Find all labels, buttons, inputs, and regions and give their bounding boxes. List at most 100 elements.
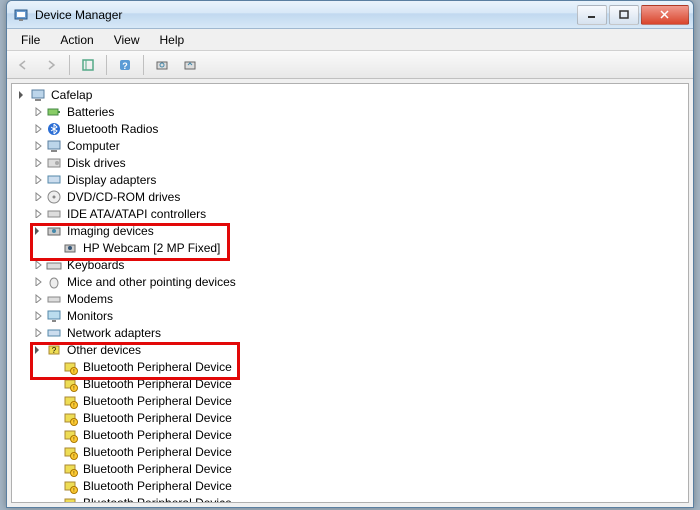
svg-text:!: ! (73, 403, 74, 409)
tree-node-bluetooth-radios[interactable]: Bluetooth Radios (14, 120, 686, 137)
svg-text:!: ! (73, 386, 74, 392)
expander-icon[interactable] (30, 325, 46, 341)
unknown-device-icon: ! (62, 359, 78, 375)
node-label: Bluetooth Peripheral Device (81, 496, 234, 504)
tree-node-bluetooth-peripheral[interactable]: !Bluetooth Peripheral Device (14, 460, 686, 477)
tree-node-monitors[interactable]: Monitors (14, 307, 686, 324)
node-label: DVD/CD-ROM drives (65, 190, 182, 204)
menubar: File Action View Help (7, 29, 693, 51)
tree-node-other-devices[interactable]: ? Other devices (14, 341, 686, 358)
expander-icon[interactable] (30, 308, 46, 324)
unknown-device-icon: ! (62, 495, 78, 504)
expander-icon[interactable] (30, 104, 46, 120)
expander-icon[interactable] (30, 342, 46, 358)
titlebar[interactable]: Device Manager (7, 1, 693, 29)
scan-hardware-button[interactable] (150, 54, 174, 76)
close-button[interactable] (641, 5, 689, 25)
tree-node-bluetooth-peripheral[interactable]: ! Bluetooth Peripheral Device (14, 392, 686, 409)
toolbar-separator (143, 55, 144, 75)
node-label: Modems (65, 292, 115, 306)
node-label: Bluetooth Peripheral Device (81, 428, 234, 442)
tree-node-bluetooth-peripheral[interactable]: !Bluetooth Peripheral Device (14, 443, 686, 460)
node-label: Imaging devices (65, 224, 156, 238)
window-controls (577, 5, 689, 25)
back-button[interactable] (11, 54, 35, 76)
help-button[interactable]: ? (113, 54, 137, 76)
svg-text:!: ! (73, 471, 74, 477)
expander-icon[interactable] (30, 274, 46, 290)
node-label: Cafelap (49, 88, 94, 102)
bluetooth-icon (46, 121, 62, 137)
expander-icon[interactable] (30, 138, 46, 154)
unknown-device-icon: ! (62, 461, 78, 477)
monitor-icon (46, 308, 62, 324)
expander-icon[interactable] (30, 206, 46, 222)
unknown-device-icon: ! (62, 393, 78, 409)
node-label: HP Webcam [2 MP Fixed] (81, 241, 222, 255)
tree-node-bluetooth-peripheral[interactable]: ! Bluetooth Peripheral Device (14, 375, 686, 392)
unknown-device-icon: ! (62, 478, 78, 494)
window-title: Device Manager (35, 8, 577, 22)
node-label: Mice and other pointing devices (65, 275, 238, 289)
imaging-icon (46, 223, 62, 239)
mouse-icon (46, 274, 62, 290)
tree-node-bluetooth-peripheral[interactable]: !Bluetooth Peripheral Device (14, 477, 686, 494)
modem-icon (46, 291, 62, 307)
scan-changes-button[interactable] (178, 54, 202, 76)
tree-node-hp-webcam[interactable]: HP Webcam [2 MP Fixed] (14, 239, 686, 256)
unknown-device-icon: ! (62, 444, 78, 460)
menu-help[interactable]: Help (150, 31, 195, 49)
expander-icon[interactable] (30, 121, 46, 137)
tree-node-bluetooth-peripheral[interactable]: !Bluetooth Peripheral Device (14, 494, 686, 503)
tree-node-batteries[interactable]: Batteries (14, 103, 686, 120)
tree-node-bluetooth-peripheral[interactable]: !Bluetooth Peripheral Device (14, 409, 686, 426)
svg-text:!: ! (73, 454, 74, 460)
keyboard-icon (46, 257, 62, 273)
tree-node-keyboards[interactable]: Keyboards (14, 256, 686, 273)
expander-icon[interactable] (30, 291, 46, 307)
node-label: Display adapters (65, 173, 158, 187)
tree-node-imaging-devices[interactable]: Imaging devices (14, 222, 686, 239)
network-icon (46, 325, 62, 341)
toolbar-separator (106, 55, 107, 75)
tree-node-root[interactable]: Cafelap (14, 86, 686, 103)
node-label: Bluetooth Peripheral Device (81, 360, 234, 374)
expander-icon[interactable] (30, 155, 46, 171)
toolbar-separator (69, 55, 70, 75)
tree-node-dvd-cdrom[interactable]: DVD/CD-ROM drives (14, 188, 686, 205)
node-label: Bluetooth Peripheral Device (81, 394, 234, 408)
tree-node-display-adapters[interactable]: Display adapters (14, 171, 686, 188)
tree-node-modems[interactable]: Modems (14, 290, 686, 307)
tree-node-bluetooth-peripheral[interactable]: ! Bluetooth Peripheral Device (14, 426, 686, 443)
svg-text:!: ! (73, 437, 74, 443)
tree-node-mice[interactable]: Mice and other pointing devices (14, 273, 686, 290)
node-label: Bluetooth Peripheral Device (81, 377, 234, 391)
expander-icon[interactable] (30, 189, 46, 205)
show-hide-button[interactable] (76, 54, 100, 76)
tree-node-computer[interactable]: Computer (14, 137, 686, 154)
node-label: Bluetooth Peripheral Device (81, 479, 234, 493)
forward-button[interactable] (39, 54, 63, 76)
maximize-button[interactable] (609, 5, 639, 25)
expander-icon[interactable] (14, 87, 30, 103)
expander-icon[interactable] (30, 172, 46, 188)
menu-file[interactable]: File (11, 31, 50, 49)
computer-icon (46, 138, 62, 154)
unknown-device-icon: ! (62, 376, 78, 392)
tree-node-disk-drives[interactable]: Disk drives (14, 154, 686, 171)
node-label: Batteries (65, 105, 116, 119)
tree-node-ide-ata[interactable]: IDE ATA/ATAPI controllers (14, 205, 686, 222)
tree-node-bluetooth-peripheral[interactable]: !Bluetooth Peripheral Device (14, 358, 686, 375)
expander-icon[interactable] (30, 257, 46, 273)
menu-view[interactable]: View (104, 31, 150, 49)
tree-node-network-adapters[interactable]: Network adapters (14, 324, 686, 341)
cdrom-icon (46, 189, 62, 205)
tree-view[interactable]: Cafelap Batteries Bluetooth Radios Compu… (11, 83, 689, 503)
ide-icon (46, 206, 62, 222)
expander-icon[interactable] (30, 223, 46, 239)
app-icon (13, 7, 29, 23)
menu-action[interactable]: Action (50, 31, 103, 49)
minimize-button[interactable] (577, 5, 607, 25)
other-devices-icon: ? (46, 342, 62, 358)
node-label: Bluetooth Radios (65, 122, 160, 136)
